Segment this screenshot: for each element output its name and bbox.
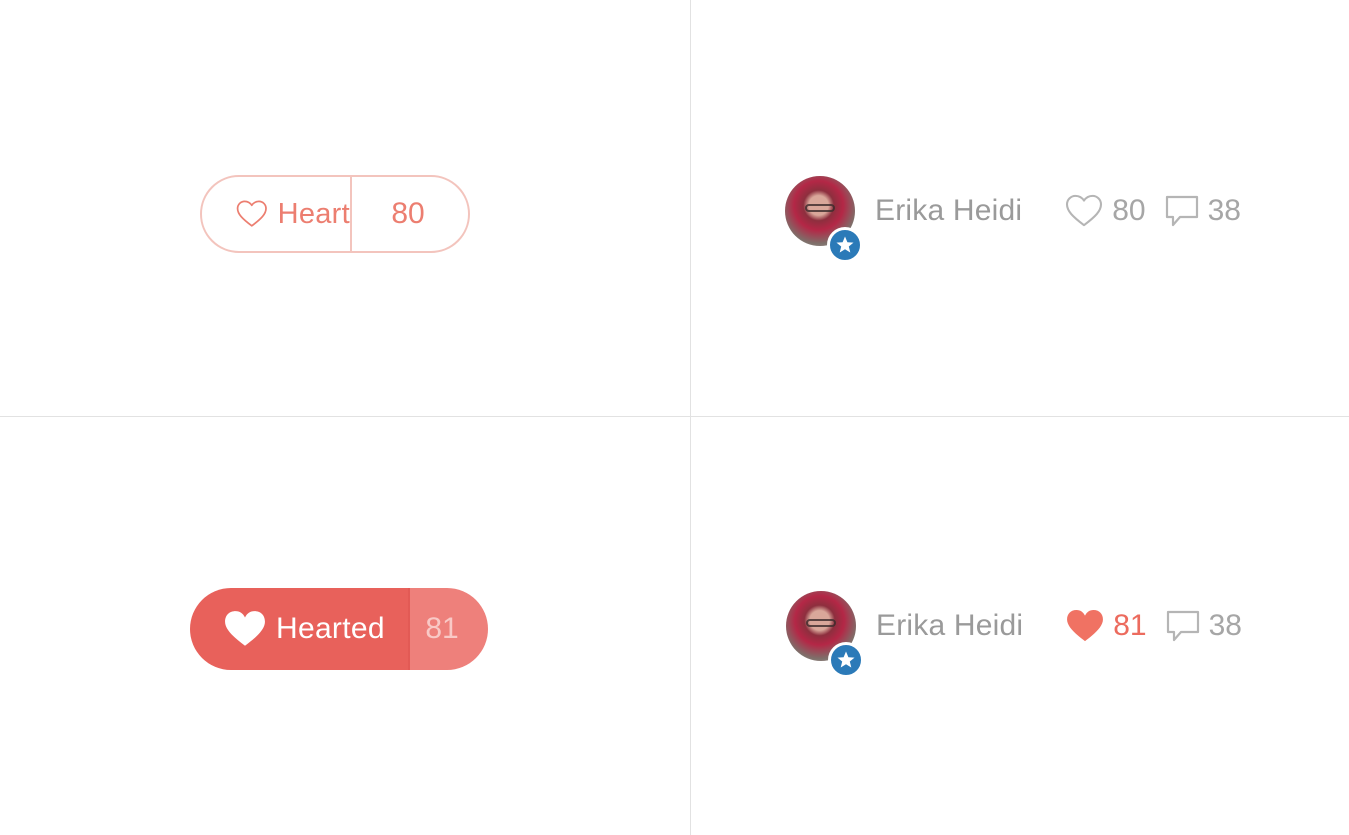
hearted-button-label: Hearted	[276, 612, 385, 645]
comments-count: 38	[1208, 609, 1242, 642]
hearted-button-count-area[interactable]: 81	[408, 588, 488, 670]
comment-icon	[1166, 610, 1199, 642]
comments-stat[interactable]: 38	[1164, 194, 1241, 228]
heart-outline-icon	[1066, 194, 1103, 227]
avatar[interactable]	[785, 176, 863, 263]
heart-filled-icon	[225, 611, 265, 646]
author-name[interactable]: Erika Heidi	[875, 194, 1022, 228]
vertical-divider	[690, 0, 691, 835]
author-name[interactable]: Erika Heidi	[876, 609, 1023, 643]
heart-button-count: 80	[391, 197, 425, 230]
comment-icon	[1165, 195, 1198, 227]
avatar-glasses	[805, 204, 835, 212]
comments-count: 38	[1207, 194, 1241, 227]
author-row: Erika Heidi 80 38	[785, 176, 1241, 263]
avatar-badge	[827, 227, 863, 263]
heart-filled-icon	[1067, 609, 1104, 642]
hearts-stat[interactable]: 81	[1065, 609, 1147, 643]
heart-button[interactable]: Heart 80	[200, 175, 470, 253]
hearted-button-main[interactable]: Hearted	[190, 588, 408, 670]
hearts-stat[interactable]: 80	[1064, 194, 1146, 228]
avatar-glasses	[806, 619, 836, 627]
heart-button-main[interactable]: Heart	[202, 177, 350, 251]
hearted-button-count: 81	[425, 612, 459, 645]
star-icon	[836, 236, 854, 253]
avatar-badge	[828, 642, 864, 678]
heart-button-label: Heart	[277, 197, 350, 230]
hearted-button[interactable]: Hearted 81	[190, 588, 488, 670]
hearts-count: 80	[1112, 194, 1146, 227]
comments-stat[interactable]: 38	[1165, 609, 1242, 643]
avatar[interactable]	[786, 591, 864, 678]
author-row: Erika Heidi 81 38	[786, 591, 1242, 678]
star-icon	[837, 651, 855, 668]
hearts-count: 81	[1113, 609, 1147, 642]
horizontal-divider	[0, 416, 1349, 417]
heart-outline-icon	[236, 200, 267, 227]
